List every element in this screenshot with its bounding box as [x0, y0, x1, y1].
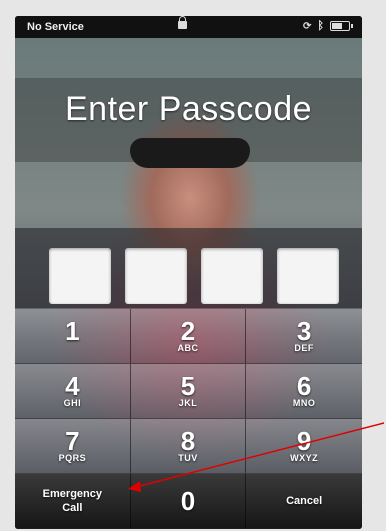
- passcode-digit-1: [49, 248, 111, 304]
- key-5[interactable]: 5 JKL: [130, 364, 247, 419]
- photo-sunglasses: [130, 138, 250, 168]
- key-2[interactable]: 2 ABC: [130, 309, 247, 364]
- page-title: Enter Passcode: [64, 90, 313, 128]
- key-6[interactable]: 6 MNO: [246, 364, 362, 419]
- phone-screen: No Service ⟳ ᛒ Enter Passcode 1 2 ABC 3 DE…: [15, 16, 362, 529]
- keypad: 1 2 ABC 3 DEF 4 GHI 5 JKL 6 MNO 7 PQRS 8 TUV 9W…: [15, 309, 362, 529]
- key-3[interactable]: 3 DEF: [246, 309, 362, 364]
- bluetooth-icon: ᛒ: [317, 20, 324, 32]
- status-bar: No Service ⟳ ᛒ: [15, 16, 362, 38]
- lock-icon: [178, 16, 187, 29]
- battery-icon: [330, 21, 353, 31]
- passcode-digit-2: [125, 248, 187, 304]
- carrier-label: No Service: [27, 21, 84, 33]
- sync-icon: ⟳: [303, 20, 312, 32]
- key-9[interactable]: 9 WXYZ: [246, 419, 362, 474]
- key-8[interactable]: 8 TUV: [130, 419, 247, 474]
- key-1[interactable]: 1: [15, 309, 131, 364]
- emergency-call-button[interactable]: Emergency Call: [15, 474, 131, 529]
- key-4[interactable]: 4 GHI: [15, 364, 131, 419]
- key-7[interactable]: 7 PQRS: [15, 419, 131, 474]
- passcode-digit-3: [201, 248, 263, 304]
- passcode-boxes: [49, 248, 339, 304]
- passcode-digit-4: [277, 248, 339, 304]
- key-0[interactable]: 0: [130, 474, 247, 529]
- status-icons: ⟳ ᛒ: [303, 20, 353, 32]
- cancel-button[interactable]: Cancel: [246, 474, 362, 529]
